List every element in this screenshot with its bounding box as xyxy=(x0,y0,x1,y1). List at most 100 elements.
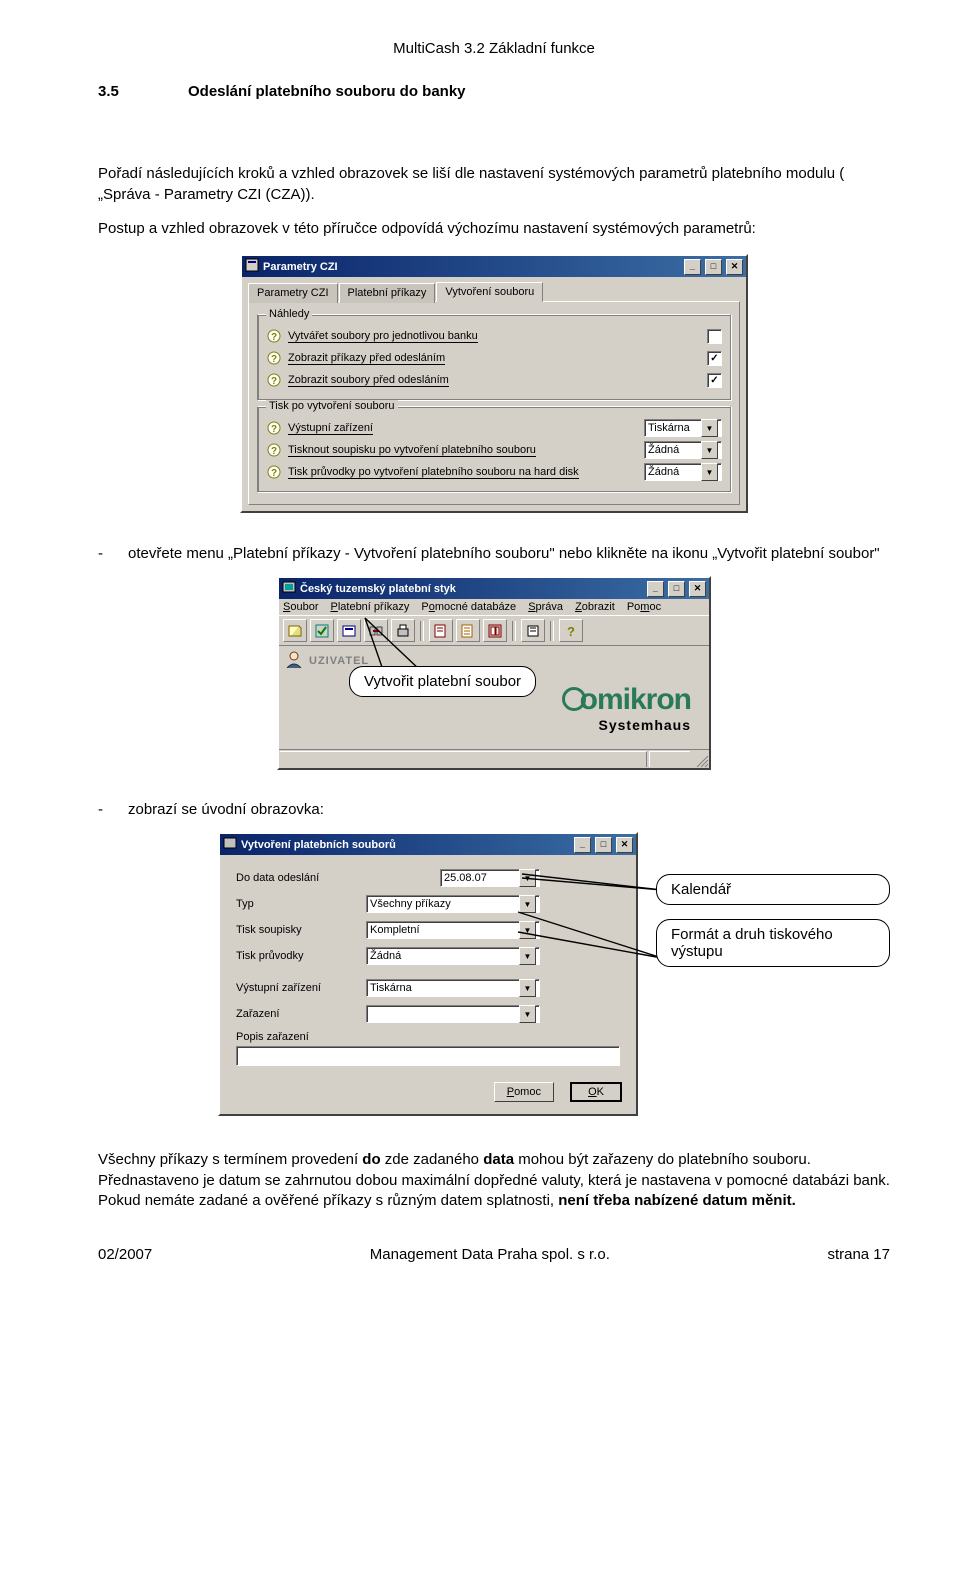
label-vystupni-zarizeni: Výstupní zařízení xyxy=(288,422,644,434)
logo-systemhaus: Systemhaus xyxy=(279,717,691,733)
select-typ[interactable]: Všechny příkazy▼ xyxy=(366,895,540,913)
help-icon[interactable]: ? xyxy=(266,420,282,436)
label-typ: Typ xyxy=(236,898,366,910)
chevron-down-icon: ▼ xyxy=(519,1005,536,1023)
toolbar-separator xyxy=(512,621,516,641)
label-vystupni-zarizeni: Výstupní zařízení xyxy=(236,982,366,994)
chevron-down-icon: ▼ xyxy=(701,419,718,437)
section-title: Odeslání platebního souboru do banky xyxy=(188,83,466,100)
minimize-button[interactable]: _ xyxy=(574,837,591,853)
toolbar-btn-1[interactable] xyxy=(283,619,307,642)
checkbox-zobrazit-soubory[interactable]: ✓ xyxy=(707,373,722,388)
input-popis-zarazeni[interactable] xyxy=(236,1046,620,1066)
minimize-button[interactable]: _ xyxy=(647,581,664,597)
tab-platebni-prikazy[interactable]: Platební příkazy xyxy=(339,283,436,303)
label-tisk-pruvodky: Tisk průvodky po vytvoření platebního so… xyxy=(288,466,644,478)
maximize-button[interactable]: □ xyxy=(705,259,722,275)
callout-format-vystupu: Formát a druh tiskového výstupu xyxy=(656,919,890,967)
window-title: Parametry CZI xyxy=(263,261,338,273)
toolbar-btn-3[interactable] xyxy=(337,619,361,642)
tab-parametry-czi[interactable]: Parametry CZI xyxy=(248,283,338,303)
callout-vytvorit-soubor: Vytvořit platební soubor xyxy=(349,666,536,697)
button-row: Pomoc OK xyxy=(220,1074,636,1114)
select-tisk-pruvodky[interactable]: Žádná▼ xyxy=(644,463,722,481)
titlebar: Parametry CZI _ □ ✕ xyxy=(242,256,746,277)
paragraph-2: Postup a vzhled obrazovek v této příručc… xyxy=(98,219,890,240)
select-vystupni-zarizeni[interactable]: Tiskárna▼ xyxy=(644,419,722,437)
label-tisk-soupisky: Tisk soupisky xyxy=(236,924,366,936)
help-icon[interactable]: ? xyxy=(266,464,282,480)
toolbar-separator xyxy=(550,621,554,641)
titlebar: Vytvoření platebních souborů _ □ ✕ xyxy=(220,834,636,855)
doc-header: MultiCash 3.2 Základní funkce xyxy=(98,40,890,57)
menu-pomocne-databaze[interactable]: Pomocné databáze xyxy=(421,601,516,613)
chevron-down-icon: ▼ xyxy=(701,441,718,459)
logo-omikron: omikron xyxy=(580,683,691,716)
svg-text:?: ? xyxy=(271,376,277,387)
label-zarazeni: Zařazení xyxy=(236,1008,366,1020)
help-icon[interactable]: ? xyxy=(266,328,282,344)
help-button[interactable]: Pomoc xyxy=(494,1082,554,1102)
label-tisknout-soupisku: Tisknout soupisku po vytvoření platebníh… xyxy=(288,444,644,456)
toolbar-btn-9[interactable] xyxy=(521,619,545,642)
toolbar-btn-6[interactable] xyxy=(429,619,453,642)
select-vystupni-zarizeni[interactable]: Tiskárna▼ xyxy=(366,979,540,997)
bullet-1: - otevřete menu „Platební příkazy - Vytv… xyxy=(98,545,890,562)
label-zobrazit-prikazy: Zobrazit příkazy před odesláním xyxy=(288,352,707,364)
minimize-button[interactable]: _ xyxy=(684,259,701,275)
label-popis-zarazeni: Popis zařazení xyxy=(236,1031,620,1043)
tab-vytvoreni-souboru[interactable]: Vytvoření souboru xyxy=(436,282,543,302)
checkbox-vytvaret[interactable] xyxy=(707,329,722,344)
maximize-button[interactable]: □ xyxy=(595,837,612,853)
app-icon xyxy=(282,580,296,597)
menubar: Soubor Platební příkazy Pomocné databáze… xyxy=(279,599,709,615)
app-icon xyxy=(245,258,259,275)
checkbox-zobrazit-prikazy[interactable]: ✓ xyxy=(707,351,722,366)
close-button[interactable]: ✕ xyxy=(616,837,633,853)
menu-platebni-prikazy[interactable]: Platební příkazy xyxy=(330,601,409,613)
toolbar-btn-7[interactable] xyxy=(456,619,480,642)
svg-text:?: ? xyxy=(567,624,575,639)
group-tisk: Tisk po vytvoření souboru ? Výstupní zař… xyxy=(257,406,731,492)
toolbar: ? xyxy=(279,615,709,646)
label-tisk-pruvodky: Tisk průvodky xyxy=(236,950,366,962)
menu-soubor[interactable]: Soubor xyxy=(283,601,318,613)
group-nahledy: Náhledy ? Vytvářet soubory pro jednotliv… xyxy=(257,314,731,400)
page-footer: 02/2007 Management Data Praha spol. s r.… xyxy=(98,1246,890,1263)
select-tisk-soupisky[interactable]: Kompletní▼ xyxy=(366,921,540,939)
toolbar-btn-2[interactable] xyxy=(310,619,334,642)
group-tisk-legend: Tisk po vytvoření souboru xyxy=(266,400,398,412)
select-tisknout-soupisku[interactable]: Žádná▼ xyxy=(644,441,722,459)
chevron-down-icon: ▼ xyxy=(519,979,536,997)
maximize-button[interactable]: □ xyxy=(668,581,685,597)
tabs: Parametry CZI Platební příkazy Vytvoření… xyxy=(242,277,746,301)
menu-sprava[interactable]: Správa xyxy=(528,601,563,613)
select-zarazeni[interactable]: ▼ xyxy=(366,1005,540,1023)
user-label: UZIVATEL xyxy=(309,655,369,667)
help-icon[interactable]: ? xyxy=(266,442,282,458)
window-title: Vytvoření platebních souborů xyxy=(241,839,396,851)
bullet-2: - zobrazí se úvodní obrazovka: xyxy=(98,801,890,818)
section-number: 3.5 xyxy=(98,83,188,100)
select-tisk-pruvodky[interactable]: Žádná▼ xyxy=(366,947,540,965)
help-icon[interactable]: ? xyxy=(266,350,282,366)
menu-zobrazit[interactable]: Zobrazit xyxy=(575,601,615,613)
help-icon[interactable]: ? xyxy=(266,372,282,388)
close-button[interactable]: ✕ xyxy=(689,581,706,597)
footer-right: strana 17 xyxy=(827,1246,890,1263)
titlebar: Český tuzemský platební styk _ □ ✕ xyxy=(279,578,709,599)
svg-text:?: ? xyxy=(271,446,277,457)
svg-text:?: ? xyxy=(271,354,277,365)
svg-text:?: ? xyxy=(271,468,277,479)
ok-button[interactable]: OK xyxy=(570,1082,622,1102)
close-button[interactable]: ✕ xyxy=(726,259,743,275)
user-icon xyxy=(285,650,303,671)
toolbar-btn-8[interactable] xyxy=(483,619,507,642)
toolbar-help-icon[interactable]: ? xyxy=(559,619,583,642)
paragraph-3: Všechny příkazy s termínem provedení do … xyxy=(98,1150,890,1212)
menu-pomoc[interactable]: Pomoc xyxy=(627,601,661,613)
window-parametry-czi: Parametry CZI _ □ ✕ Parametry CZI Plateb… xyxy=(240,254,748,513)
group-nahledy-legend: Náhledy xyxy=(266,308,312,320)
paragraph-1: Pořadí následujících kroků a vzhled obra… xyxy=(98,164,890,205)
svg-text:?: ? xyxy=(271,332,277,343)
